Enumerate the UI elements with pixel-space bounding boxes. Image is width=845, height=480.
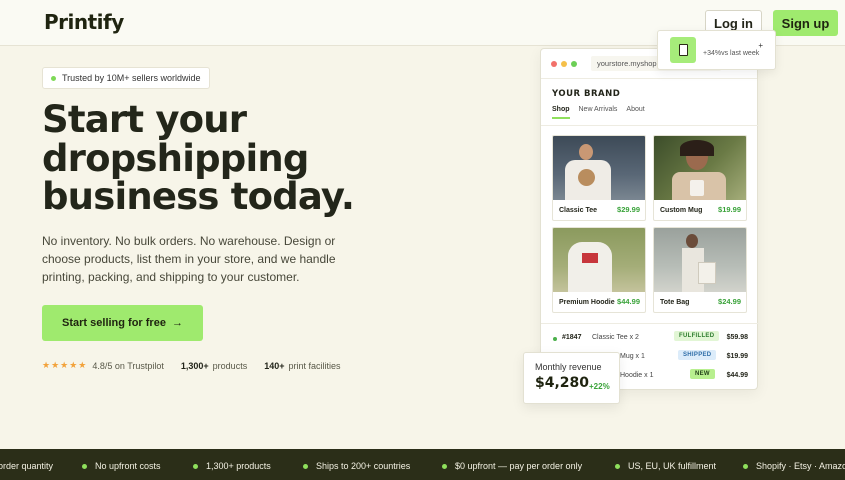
product-name: Premium Hoodie <box>559 299 615 306</box>
order-item: Mug x 1 <box>620 353 645 360</box>
status-dot-icon <box>51 75 56 81</box>
order-amount: $44.99 <box>726 372 748 379</box>
dot-icon <box>743 464 748 470</box>
product-name: Classic Tee <box>559 207 598 214</box>
product-image-tee <box>553 136 645 200</box>
ticker-item: US, EU, UK fulfillment <box>615 461 716 471</box>
product-image-hoodie <box>553 228 645 292</box>
order-id: #1847 <box>562 334 582 341</box>
headline-line: Start your <box>42 98 247 141</box>
ticker-item: Shopify · Etsy · Amazon <box>743 461 845 471</box>
order-item: Classic Tee x 2 <box>592 334 639 341</box>
ticker-item: 1,300+ products <box>193 461 271 471</box>
order-amount: $19.99 <box>726 353 748 360</box>
feature-ticker: order quantity No upfront costs 1,300+ p… <box>0 449 845 480</box>
headline-line: dropshipping <box>42 136 309 180</box>
start-selling-button[interactable]: Start selling for free → <box>42 305 203 341</box>
hero-stats: ★★★★★ 4.8/5 on Trustpilot 1,300+ product… <box>42 360 341 371</box>
products-count: 1,300+ <box>180 360 209 371</box>
hero-headline: Start your dropshipping business today. <box>42 98 372 218</box>
hero-subtext: No inventory. No bulk orders. No warehou… <box>42 234 336 284</box>
growth-notification: + +34%vs last week <box>657 30 776 70</box>
revenue-label: Monthly revenue <box>535 362 602 372</box>
ticker-text: order quantity <box>0 461 54 471</box>
product-card[interactable]: Tote Bag $24.99 <box>653 227 747 313</box>
ticker-text: US, EU, UK fulfillment <box>628 461 717 471</box>
order-status-dot-icon <box>553 337 557 341</box>
star-rating-icon: ★★★★★ <box>42 360 88 370</box>
product-card[interactable]: Premium Hoodie $44.99 <box>552 227 646 313</box>
facilities-label: print facilities <box>288 360 341 371</box>
ticker-text: Shopify · Etsy · Amazon <box>756 461 845 471</box>
cta-label: Start selling for free <box>62 317 166 329</box>
product-price: $24.99 <box>718 297 741 306</box>
ticker-item: order quantity <box>0 461 53 471</box>
signup-button[interactable]: Sign up <box>773 10 838 36</box>
dot-icon <box>193 464 198 470</box>
product-image-mug <box>654 136 746 200</box>
revenue-value: $4,280 <box>535 375 590 391</box>
arrow-right-icon: → <box>171 317 183 329</box>
ticker-text: 1,300+ products <box>206 461 271 471</box>
window-minimize-icon <box>561 60 567 67</box>
product-name: Custom Mug <box>660 207 703 214</box>
dot-icon <box>82 464 87 470</box>
product-price: $44.99 <box>617 297 640 306</box>
order-amount: $59.98 <box>726 334 748 341</box>
printify-logo[interactable]: Printify <box>44 10 124 34</box>
orders-list <box>541 323 759 324</box>
notification-plus: + <box>758 41 763 50</box>
trust-badge: Trusted by 10M+ sellers worldwide <box>42 67 211 89</box>
facilities-count: 140+ <box>264 360 285 371</box>
headline-line: business today. <box>42 175 355 218</box>
dot-icon <box>442 464 447 470</box>
divider <box>541 125 759 126</box>
product-card[interactable]: Custom Mug $19.99 <box>653 135 747 221</box>
store-brand: YOUR BRAND <box>552 89 621 99</box>
window-maximize-icon <box>571 60 577 67</box>
rating-text: 4.8/5 on Trustpilot <box>92 360 164 371</box>
tab-about[interactable]: About <box>626 106 644 119</box>
ticker-text: $0 upfront — pay per order only <box>455 461 583 471</box>
ticker-item: Ships to 200+ countries <box>303 461 410 471</box>
product-price: $29.99 <box>617 205 640 214</box>
order-item: Hoodie x 1 <box>620 372 654 379</box>
shopping-bag-icon <box>670 37 696 63</box>
status-badge: SHIPPED <box>678 350 717 360</box>
product-card[interactable]: Classic Tee $29.99 <box>552 135 646 221</box>
store-preview: yourstore.myshopify. YOUR BRAND Shop New… <box>540 48 759 390</box>
revenue-card: Monthly revenue $4,280 +22% <box>523 352 620 404</box>
ticker-item: No upfront costs <box>82 461 161 471</box>
product-name: Tote Bag <box>660 299 690 306</box>
store-tabs: Shop New Arrivals About <box>552 106 645 119</box>
tab-shop[interactable]: Shop <box>552 106 570 119</box>
dot-icon <box>303 464 308 470</box>
trust-badge-text: Trusted by 10M+ sellers worldwide <box>62 73 201 83</box>
dot-icon <box>615 464 620 470</box>
status-badge: FULFILLED <box>674 331 720 341</box>
status-badge: NEW <box>690 369 715 379</box>
revenue-change: +22% <box>589 382 610 391</box>
notification-text: +34%vs last week <box>703 50 760 57</box>
product-price: $19.99 <box>718 205 741 214</box>
window-close-icon <box>551 60 557 67</box>
ticker-text: Ships to 200+ countries <box>316 461 411 471</box>
product-image-tote <box>654 228 746 292</box>
order-row[interactable]: #1847 Classic Tee x 2 FULFILLED $59.98 <box>541 331 759 347</box>
ticker-item: $0 upfront — pay per order only <box>442 461 582 471</box>
products-label: products <box>212 360 248 371</box>
ticker-text: No upfront costs <box>95 461 161 471</box>
tab-new-arrivals[interactable]: New Arrivals <box>579 106 618 119</box>
